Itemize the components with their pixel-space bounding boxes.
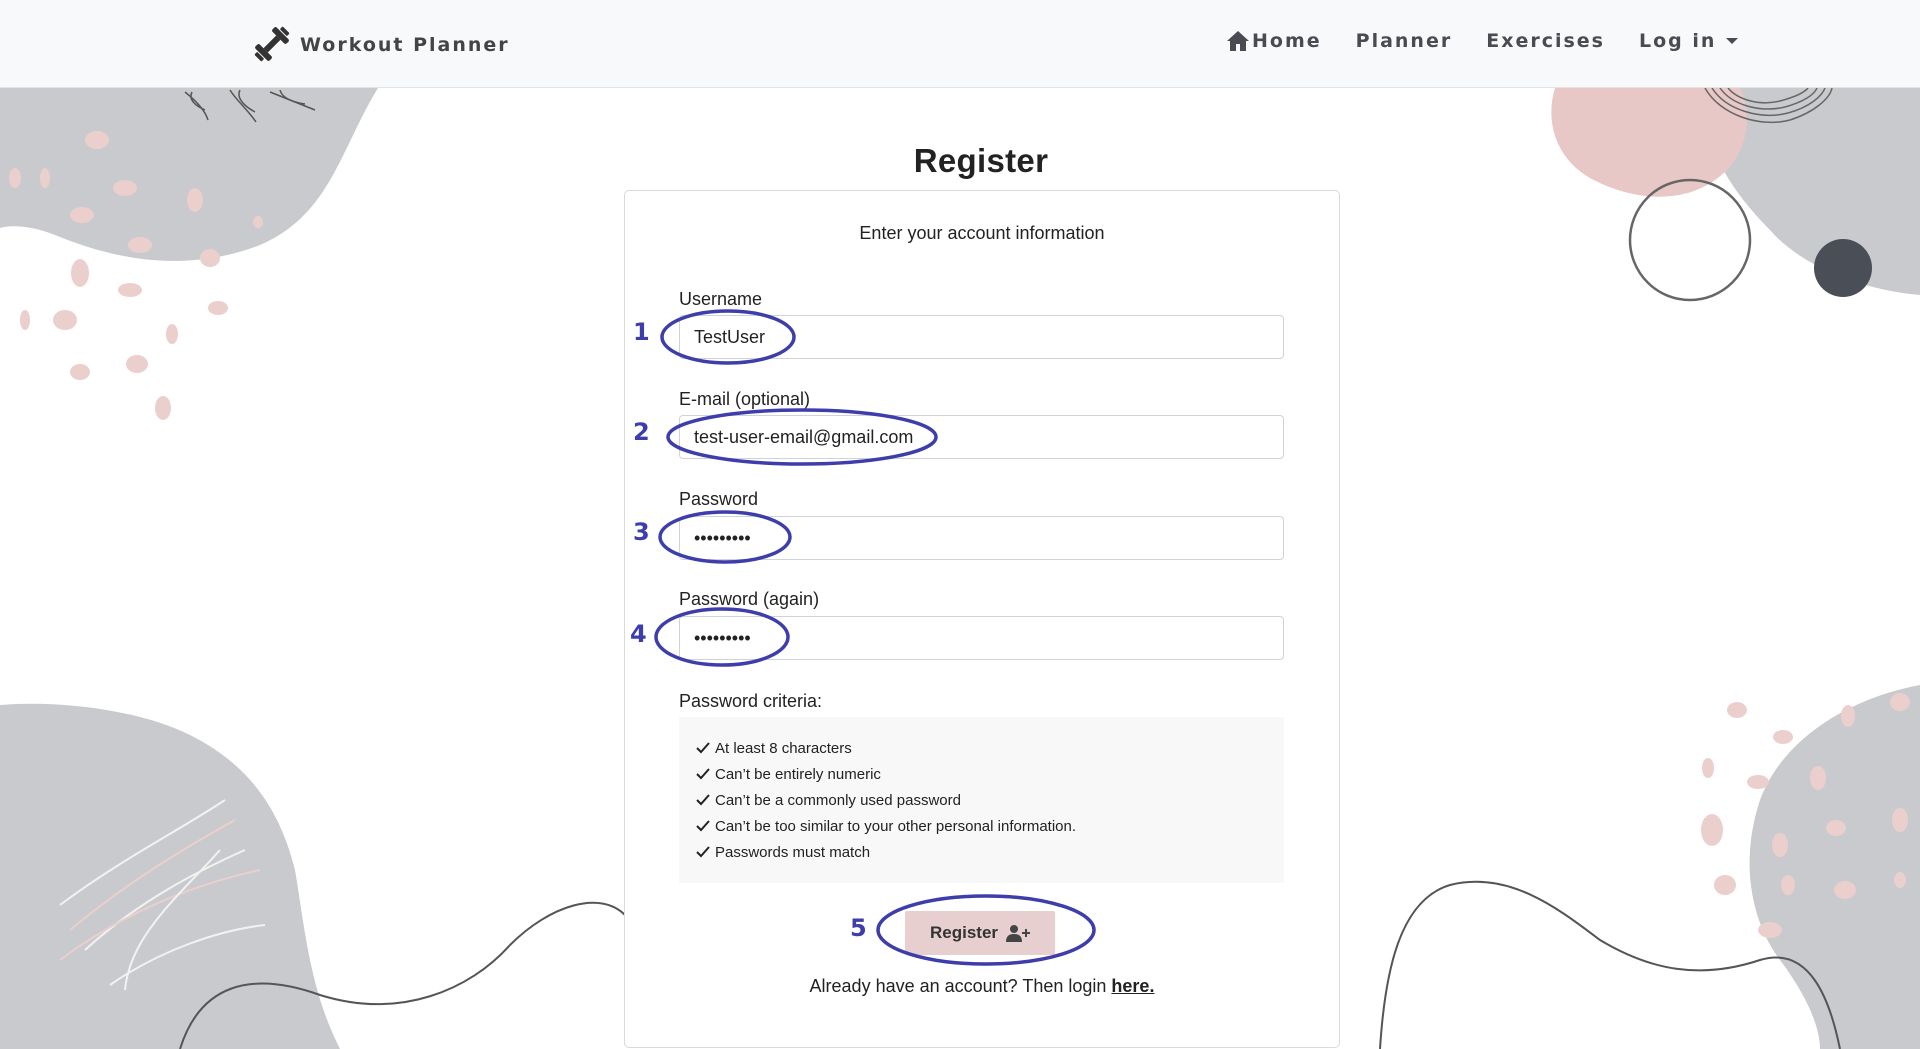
brand-name: Workout Planner [300,34,510,56]
check-icon [696,820,710,832]
criteria-text: Can’t be entirely numeric [715,765,881,783]
password-label: Password [679,489,759,509]
email-input[interactable] [679,415,1284,459]
nav-home-label: Home [1252,30,1322,52]
nav-planner[interactable]: Planner [1356,30,1453,52]
register-button-label: Register [929,923,999,942]
nav-login-dropdown[interactable]: Log in [1639,30,1739,52]
password-input[interactable] [679,516,1284,560]
criteria-item: Can’t be entirely numeric [695,761,1268,787]
criteria-item: At least 8 characters [695,735,1268,761]
annotation-number-2: 2 [633,418,650,446]
username-input[interactable] [679,315,1284,359]
login-prompt: Already have an account? Then login here… [625,976,1339,997]
user-plus-icon [1006,925,1031,942]
password-again-label: Password (again) [679,589,820,609]
intro-text: Enter your account information [859,223,1105,243]
password-again-input[interactable] [679,616,1284,660]
criteria-text: Passwords must match [715,843,871,861]
criteria-text: Can’t be too similar to your other perso… [715,817,1077,835]
chevron-down-icon [1726,38,1739,44]
brand-link[interactable]: Workout Planner [250,22,510,66]
nav-home[interactable]: Home [1226,30,1322,52]
register-button[interactable]: Register [905,911,1055,955]
criteria-text: At least 8 characters [715,739,852,757]
check-icon [696,846,710,858]
check-icon [696,768,710,780]
check-icon [696,794,710,806]
register-card: Enter your account information Username … [624,190,1340,1048]
nav-login-label: Log in [1639,30,1717,52]
annotation-number-1: 1 [633,318,650,346]
email-label: E-mail (optional) [679,389,811,409]
dumbbell-icon [254,26,290,62]
nav-exercises[interactable]: Exercises [1486,30,1605,52]
login-here-link[interactable]: here. [1111,976,1154,996]
criteria-item: Can’t be too similar to your other perso… [695,813,1268,839]
page-title: Register [913,142,1049,179]
criteria-text: Can’t be a commonly used password [715,791,961,809]
annotation-number-3: 3 [633,518,650,546]
check-icon [696,742,710,754]
home-icon [1227,31,1249,51]
login-prompt-text: Already have an account? Then login [809,976,1112,996]
navbar: Workout Planner Home Planner Exercises L… [0,0,1920,88]
criteria-item: Passwords must match [695,839,1268,865]
criteria-list: At least 8 characters Can’t be entirely … [679,717,1284,883]
annotation-number-5: 5 [850,914,867,942]
criteria-item: Can’t be a commonly used password [695,787,1268,813]
main-nav: Home Planner Exercises Log in [1226,30,1772,52]
username-label: Username [679,289,763,309]
annotation-number-4: 4 [630,620,647,648]
criteria-label: Password criteria: [679,691,823,711]
